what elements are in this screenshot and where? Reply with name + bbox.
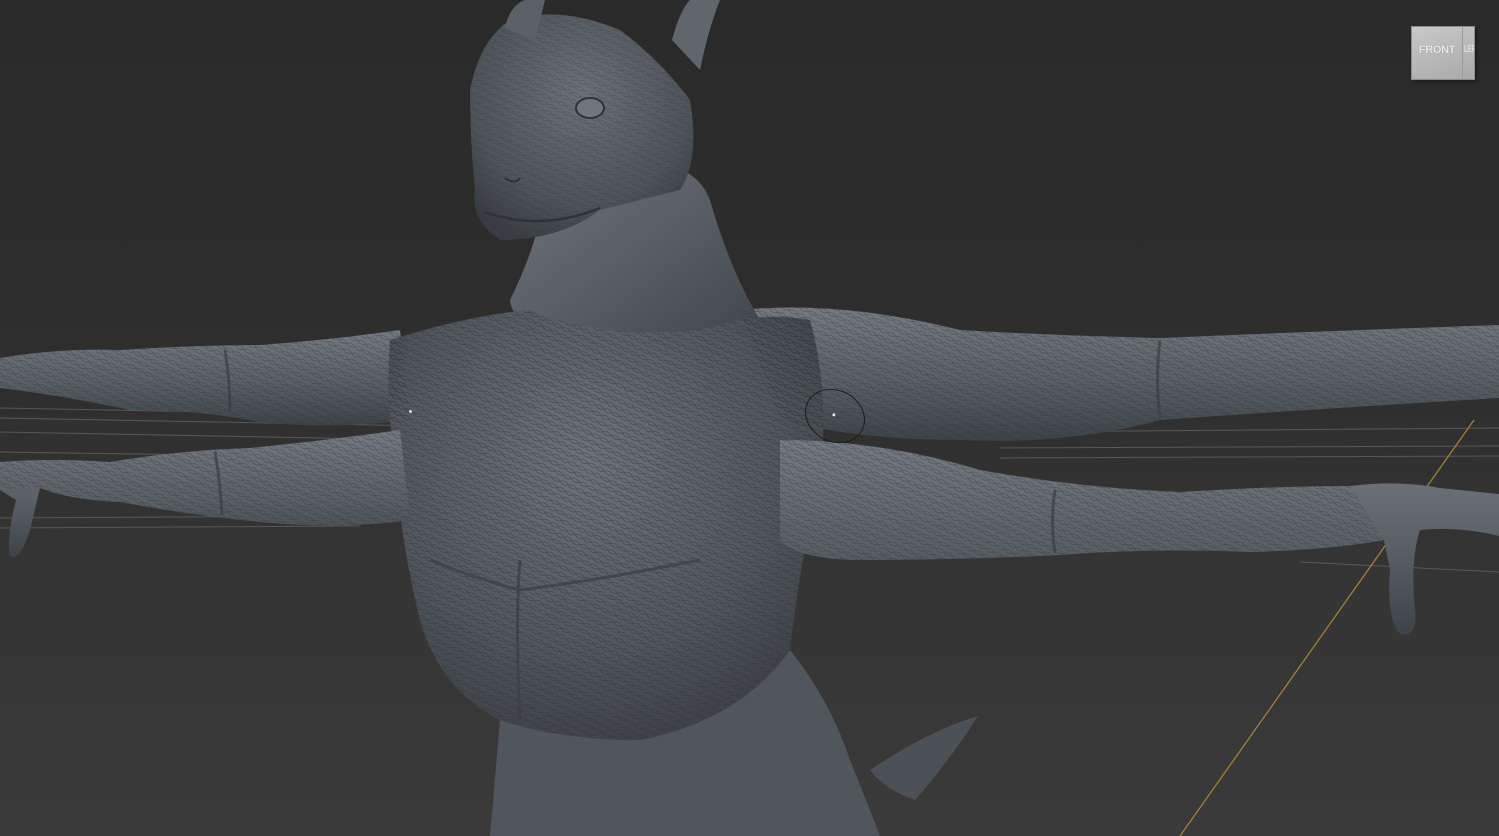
world-axis [1179,419,1475,836]
3d-viewport[interactable]: FRONT LEFT [0,0,1499,836]
brush-center-dot [831,412,836,417]
vertex-marker [409,410,412,413]
sculpt-scene[interactable] [0,0,1499,836]
tail-fin [870,716,978,800]
view-cube-left-face[interactable]: LEFT [1464,44,1474,55]
model-eye [575,97,605,119]
view-cube-edge [1462,27,1463,79]
view-cube[interactable]: FRONT LEFT [1411,26,1475,80]
view-cube-front-face[interactable]: FRONT [1412,44,1462,56]
model-horn-right [672,0,720,70]
